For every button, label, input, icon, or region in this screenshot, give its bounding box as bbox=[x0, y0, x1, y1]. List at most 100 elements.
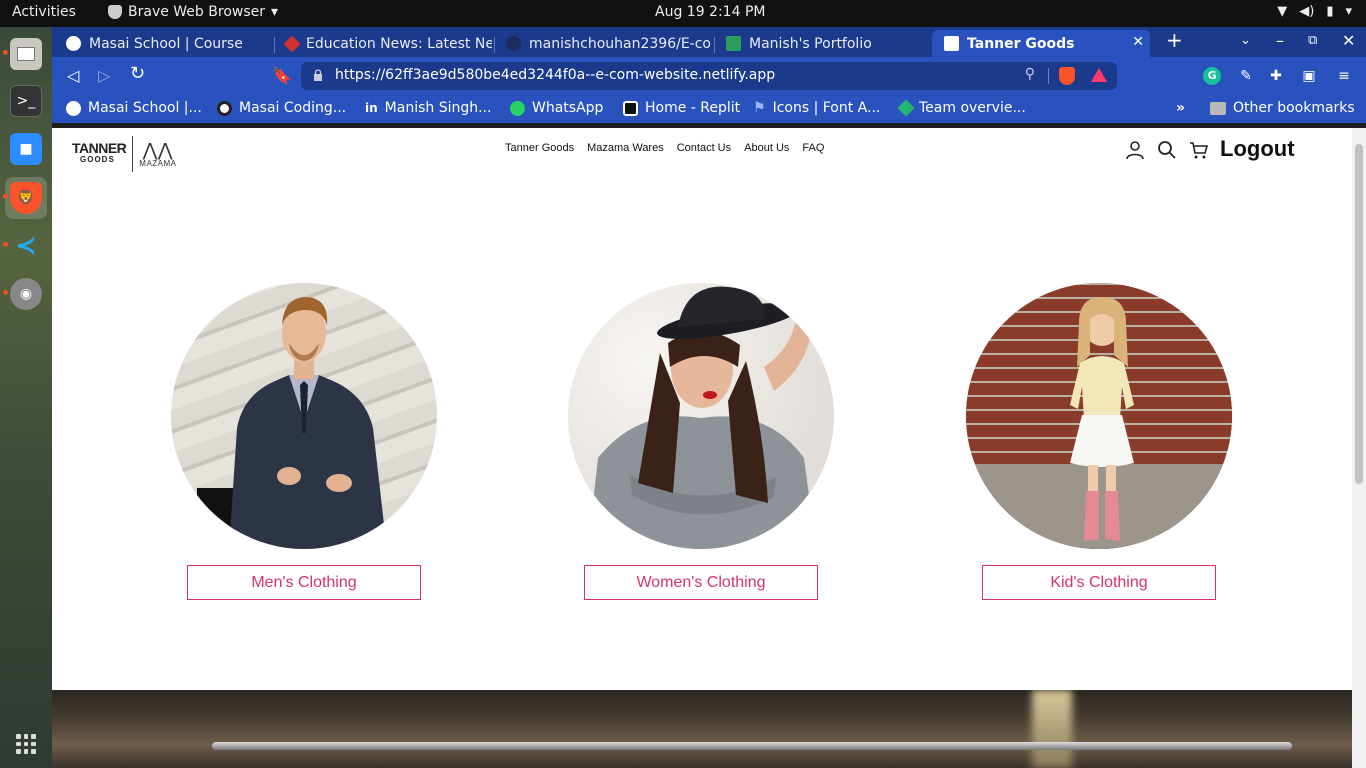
category-women: Women's Clothing bbox=[568, 283, 835, 600]
user-icon[interactable] bbox=[1125, 140, 1145, 160]
mens-clothing-button[interactable]: Men's Clothing bbox=[187, 565, 421, 600]
linkedin-icon: in bbox=[365, 101, 378, 115]
caret-down-icon: ▾ bbox=[271, 4, 279, 20]
bookmark-replit[interactable]: Home - Replit bbox=[623, 100, 740, 116]
vscode-icon[interactable]: ≺ bbox=[10, 230, 42, 262]
cart-icon[interactable] bbox=[1189, 140, 1209, 160]
bookmark-label: Home - Replit bbox=[645, 100, 741, 116]
bookmark-whatsapp[interactable]: WhatsApp bbox=[510, 100, 603, 116]
logo-divider bbox=[132, 136, 134, 172]
volume-icon: ◀) bbox=[1299, 4, 1315, 19]
tab-title: Tanner Goods bbox=[967, 35, 1075, 52]
system-top-bar: Activities Brave Web Browser ▾ Aug 19 2:… bbox=[0, 0, 1366, 27]
url-text: https://62ff3ae9d580be4ed3244f0a--e-com-… bbox=[335, 67, 776, 83]
tab-title: Education News: Latest Ne bbox=[306, 35, 492, 52]
maximize-icon[interactable]: ⧉ bbox=[1308, 33, 1317, 48]
logo-secondary-text: MAZAMA bbox=[139, 158, 177, 168]
color-picker-extension-icon[interactable]: ✎ bbox=[1237, 67, 1255, 85]
forward-icon[interactable]: ▷ bbox=[98, 66, 110, 85]
bookmark-team-overview[interactable]: Team overvie... bbox=[897, 99, 1026, 117]
portfolio-icon bbox=[726, 36, 741, 51]
kids-clothing-button[interactable]: Kid's Clothing bbox=[982, 565, 1216, 600]
masai-logo-icon bbox=[217, 100, 232, 116]
grammarly-icon[interactable]: G bbox=[1203, 67, 1221, 85]
womens-clothing-button[interactable]: Women's Clothing bbox=[584, 565, 818, 600]
scrollbar-thumb[interactable] bbox=[1355, 144, 1363, 484]
tab-strip: Masai School | Course Education News: La… bbox=[52, 27, 1366, 57]
tab-tanner-goods[interactable]: Tanner Goods ✕ bbox=[932, 30, 1150, 57]
tab-education-news[interactable]: Education News: Latest Ne bbox=[274, 30, 492, 57]
wallet-icon[interactable]: ▣ bbox=[1300, 67, 1318, 85]
bookmark-masai-coding[interactable]: Masai Coding... bbox=[217, 100, 346, 116]
new-tab-icon[interactable]: + bbox=[1166, 28, 1183, 52]
reload-icon[interactable]: ↻ bbox=[130, 63, 145, 84]
menu-icon[interactable]: ≡ bbox=[1335, 67, 1353, 85]
other-bookmarks[interactable]: Other bookmarks bbox=[1210, 100, 1355, 116]
terminal-icon[interactable]: >_ bbox=[10, 85, 42, 117]
folder-icon bbox=[1210, 101, 1226, 115]
bookmark-font-awesome[interactable]: ⚑ Icons | Font A... bbox=[753, 100, 880, 116]
site-nav: Tanner Goods Mazama Wares Contact Us Abo… bbox=[505, 142, 824, 154]
bookmark-label: Other bookmarks bbox=[1233, 100, 1355, 116]
bookmark-label: Team overvie... bbox=[919, 100, 1026, 116]
dock: >_ ■ 🦁 ≺ ◉ bbox=[0, 27, 52, 768]
brave-rewards-icon[interactable] bbox=[1091, 68, 1107, 82]
activities-button[interactable]: Activities bbox=[12, 4, 76, 20]
kids-clothing-image[interactable] bbox=[966, 283, 1232, 549]
close-window-icon[interactable]: ✕ bbox=[1342, 31, 1355, 50]
nav-link-about-us[interactable]: About Us bbox=[744, 142, 789, 154]
minimize-icon[interactable]: – bbox=[1276, 31, 1284, 50]
bookmark-icon[interactable]: 🔖 bbox=[272, 66, 292, 85]
bookmarks-bar: Masai School |... Masai Coding... in Man… bbox=[52, 95, 1366, 123]
browser-toolbar: ◁ ▷ ↻ 🔖 https://62ff3ae9d580be4ed3244f0a… bbox=[52, 57, 1366, 95]
files-icon[interactable] bbox=[10, 38, 42, 70]
logout-link[interactable]: Logout bbox=[1220, 136, 1295, 162]
page-scrollbar[interactable] bbox=[1352, 128, 1366, 768]
nav-link-faq[interactable]: FAQ bbox=[802, 142, 824, 154]
mazama-logo: ⋀⋀ MAZAMA bbox=[139, 141, 176, 168]
zoom-icon[interactable]: ⚲ bbox=[1025, 66, 1035, 82]
system-clock[interactable]: Aug 19 2:14 PM bbox=[655, 4, 765, 20]
nav-link-contact-us[interactable]: Contact Us bbox=[677, 142, 731, 154]
tab-title: manishchouhan2396/E-com bbox=[529, 35, 712, 52]
app-menu[interactable]: Brave Web Browser ▾ bbox=[108, 4, 278, 20]
bookmark-masai-school[interactable]: Masai School |... bbox=[66, 100, 202, 116]
tab-masai-course[interactable]: Masai School | Course bbox=[54, 30, 272, 57]
site-logo[interactable]: TANNER GOODS ⋀⋀ MAZAMA bbox=[72, 136, 177, 172]
men-clothing-image[interactable] bbox=[171, 283, 437, 549]
hero-banner-image bbox=[52, 690, 1352, 768]
brave-logo-icon bbox=[108, 5, 122, 19]
bookmark-label: Icons | Font A... bbox=[772, 100, 881, 116]
more-bookmarks-icon[interactable]: » bbox=[1176, 100, 1185, 116]
brave-shields-icon[interactable] bbox=[1059, 67, 1075, 85]
nav-link-tanner-goods[interactable]: Tanner Goods bbox=[505, 142, 574, 154]
women-clothing-image[interactable] bbox=[568, 283, 834, 549]
tab-portfolio[interactable]: Manish's Portfolio bbox=[714, 30, 932, 57]
extensions-puzzle-icon[interactable]: ✚ bbox=[1267, 67, 1285, 85]
tab-github-repo[interactable]: manishchouhan2396/E-com bbox=[494, 30, 712, 57]
bookmark-label: WhatsApp bbox=[532, 100, 604, 116]
tanner-goods-favicon-icon bbox=[944, 36, 959, 51]
nav-link-mazama-wares[interactable]: Mazama Wares bbox=[587, 142, 664, 154]
bookmark-manish-singh[interactable]: in Manish Singh... bbox=[365, 100, 491, 116]
tab-title: Masai School | Course bbox=[89, 35, 243, 52]
close-tab-icon[interactable]: ✕ bbox=[1132, 34, 1144, 50]
back-icon[interactable]: ◁ bbox=[67, 66, 79, 85]
address-bar-separator bbox=[1048, 68, 1049, 84]
address-bar[interactable]: https://62ff3ae9d580be4ed3244f0a--e-com-… bbox=[301, 62, 1117, 90]
flag-icon: ⚑ bbox=[753, 100, 766, 116]
brave-icon[interactable]: 🦁 bbox=[10, 182, 42, 214]
page-viewport: TANNER GOODS ⋀⋀ MAZAMA Tanner Goods Maza… bbox=[52, 128, 1352, 768]
wifi-icon: ▼ bbox=[1277, 4, 1288, 19]
girl-illustration bbox=[1070, 297, 1134, 541]
search-icon[interactable] bbox=[1157, 140, 1177, 160]
tab-search-chevron-icon[interactable]: ⌄ bbox=[1240, 33, 1251, 48]
running-indicator bbox=[3, 290, 8, 295]
running-indicator bbox=[3, 194, 8, 199]
caret-down-icon: ▾ bbox=[1345, 4, 1352, 19]
system-tray[interactable]: ▼ ◀) ▮ ▾ bbox=[1277, 4, 1352, 19]
disks-icon[interactable]: ◉ bbox=[10, 278, 42, 310]
show-applications-icon[interactable] bbox=[16, 734, 36, 754]
zoom-icon[interactable]: ■ bbox=[10, 133, 42, 165]
bookmark-label: Masai School |... bbox=[88, 100, 202, 116]
